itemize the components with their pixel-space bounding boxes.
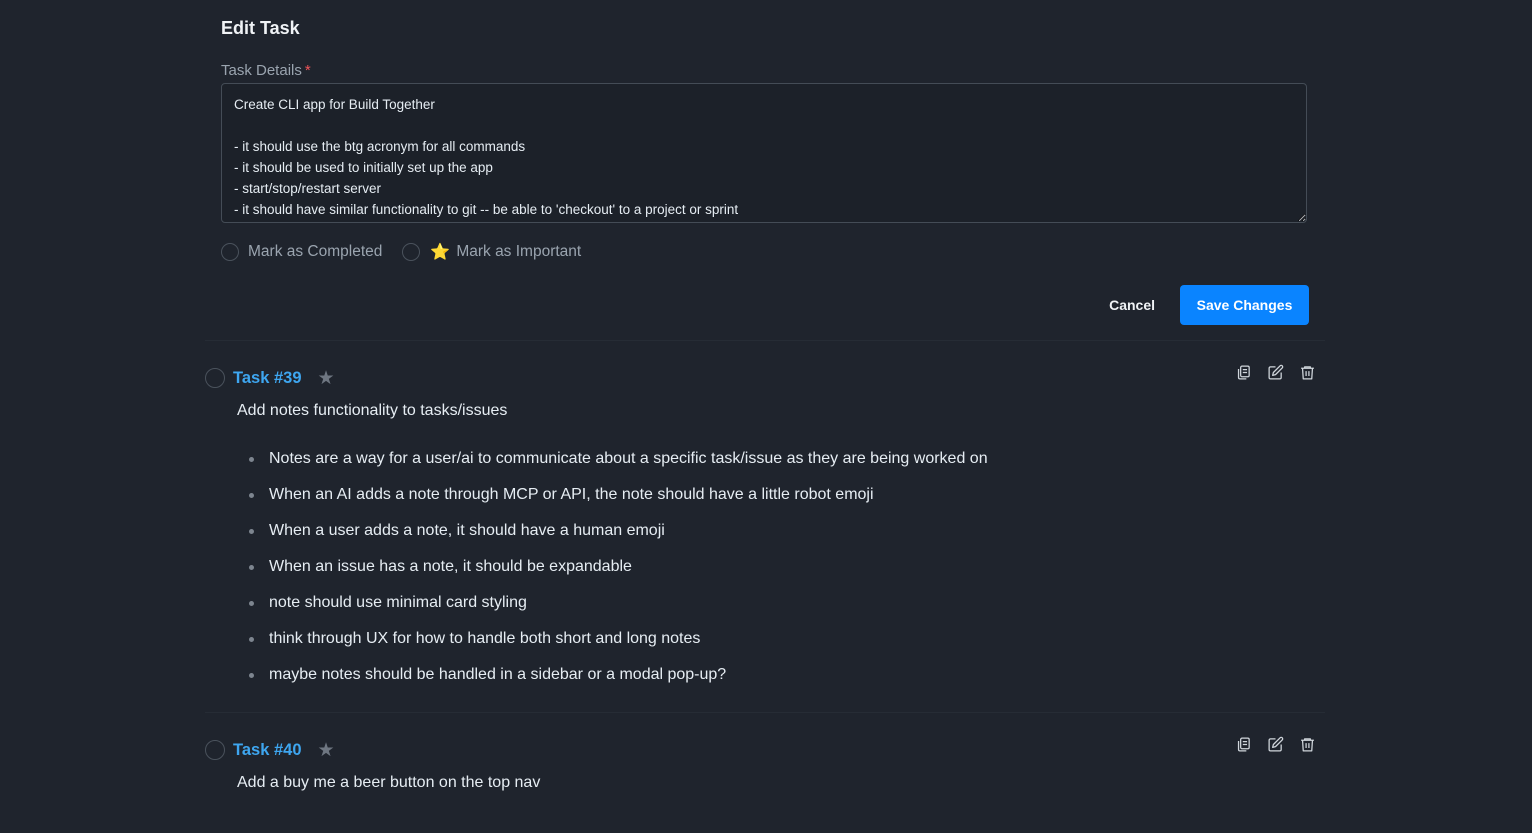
edit-icon[interactable] bbox=[1265, 362, 1285, 382]
cancel-button[interactable]: Cancel bbox=[1109, 297, 1155, 313]
required-mark: * bbox=[304, 62, 311, 79]
task-complete-checkbox[interactable] bbox=[205, 368, 225, 388]
list-item: note should use minimal card styling bbox=[237, 585, 988, 621]
copy-icon[interactable] bbox=[1233, 734, 1253, 754]
task-complete-checkbox[interactable] bbox=[205, 740, 225, 760]
mark-completed-checkbox[interactable] bbox=[221, 243, 239, 261]
form-actions: Cancel Save Changes bbox=[221, 285, 1309, 325]
mark-completed-label[interactable]: Mark as Completed bbox=[248, 243, 382, 261]
task-title: Add notes functionality to tasks/issues bbox=[237, 402, 508, 419]
save-changes-button[interactable]: Save Changes bbox=[1180, 285, 1309, 325]
list-item: When a user adds a note, it should have … bbox=[237, 513, 988, 549]
task-title: Add a buy me a beer button on the top na… bbox=[237, 774, 541, 791]
star-icon[interactable]: ★ bbox=[318, 741, 335, 760]
copy-icon[interactable] bbox=[1233, 362, 1253, 382]
list-item: Notes are a way for a user/ai to communi… bbox=[237, 441, 988, 477]
task-details-label-text: Task Details bbox=[221, 62, 302, 79]
edit-icon[interactable] bbox=[1265, 734, 1285, 754]
trash-icon[interactable] bbox=[1297, 362, 1317, 382]
task-header: Task #39 ★ bbox=[205, 368, 335, 388]
task-header: Task #40 ★ bbox=[205, 740, 335, 760]
task-description-list: Notes are a way for a user/ai to communi… bbox=[237, 441, 988, 693]
mark-completed-option[interactable]: Mark as Completed bbox=[221, 243, 382, 261]
task-id-link[interactable]: Task #39 bbox=[233, 369, 302, 388]
edit-task-title: Edit Task bbox=[221, 18, 300, 38]
star-icon[interactable]: ★ bbox=[318, 369, 335, 388]
list-item: When an AI adds a note through MCP or AP… bbox=[237, 477, 988, 513]
list-item: When an issue has a note, it should be e… bbox=[237, 549, 988, 585]
divider bbox=[205, 340, 1325, 341]
mark-important-label[interactable]: Mark as Important bbox=[456, 243, 581, 261]
trash-icon[interactable] bbox=[1297, 734, 1317, 754]
list-item: think through UX for how to handle both … bbox=[237, 621, 988, 657]
task-details-label: Task Details * bbox=[221, 62, 311, 79]
star-emoji-icon: ⭐ bbox=[430, 244, 451, 261]
mark-important-checkbox[interactable] bbox=[402, 243, 421, 261]
task-flags-row: Mark as Completed ⭐ Mark as Important bbox=[221, 242, 601, 262]
task-actions bbox=[1233, 734, 1317, 754]
list-item: maybe notes should be handled in a sideb… bbox=[237, 657, 988, 693]
divider bbox=[205, 712, 1325, 713]
task-actions bbox=[1233, 362, 1317, 382]
task-details-textarea[interactable] bbox=[221, 83, 1307, 223]
task-id-link[interactable]: Task #40 bbox=[233, 741, 302, 760]
mark-important-option[interactable]: ⭐ Mark as Important bbox=[402, 242, 581, 262]
